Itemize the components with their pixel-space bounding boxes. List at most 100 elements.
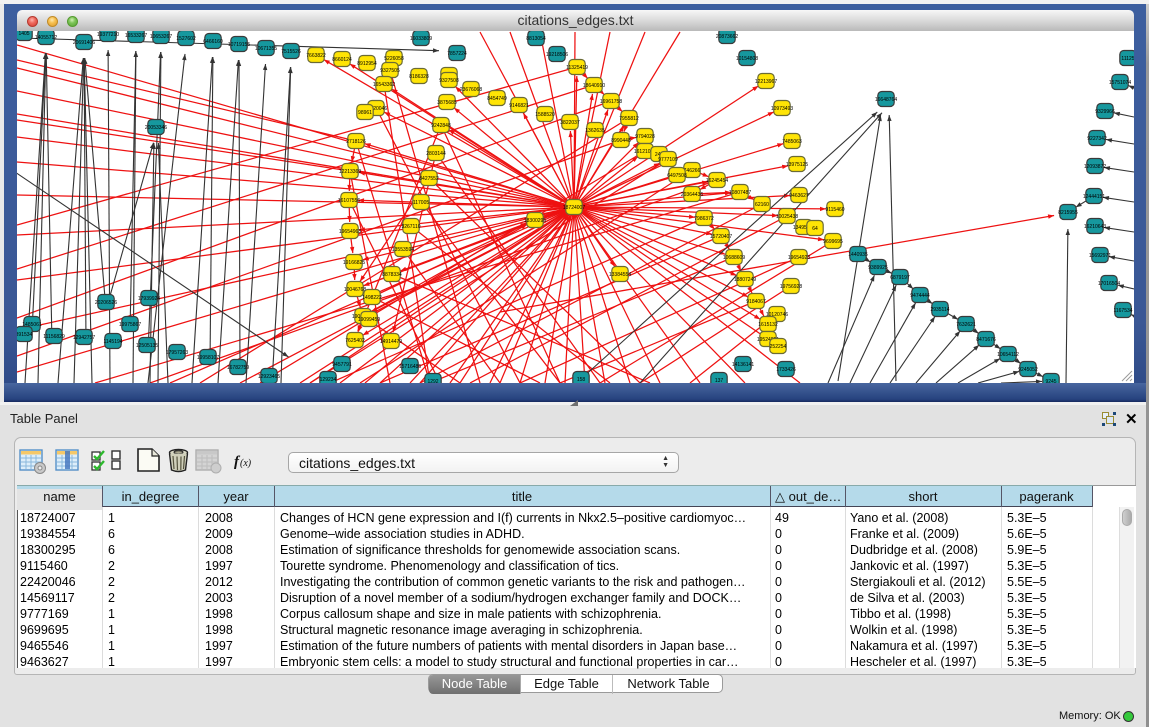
svg-text:17016504: 17016504 xyxy=(1098,281,1120,287)
svg-text:13384554: 13384554 xyxy=(609,272,631,278)
svg-text:16533267: 16533267 xyxy=(125,33,147,39)
svg-text:2935114: 2935114 xyxy=(930,307,949,313)
svg-text:9329966: 9329966 xyxy=(1095,109,1115,115)
svg-text:13553594: 13553594 xyxy=(392,247,414,253)
svg-text:7857224: 7857224 xyxy=(447,51,467,57)
svg-text:20206526: 20206526 xyxy=(95,300,117,306)
svg-text:10654112: 10654112 xyxy=(997,352,1019,358)
svg-text:13975125: 13975125 xyxy=(786,162,808,168)
svg-text:1440935: 1440935 xyxy=(848,252,868,258)
svg-text:1405: 1405 xyxy=(18,31,29,37)
svg-text:8427552: 8427552 xyxy=(419,176,439,182)
svg-text:158: 158 xyxy=(577,377,586,383)
svg-text:12213967: 12213967 xyxy=(755,79,777,85)
svg-text:12942757: 12942757 xyxy=(73,335,95,341)
svg-text:7986372: 7986372 xyxy=(694,216,714,222)
svg-text:15692971: 15692971 xyxy=(1089,253,1111,259)
svg-text:9327505: 9327505 xyxy=(380,68,400,74)
svg-text:16543362: 16543362 xyxy=(373,82,395,88)
svg-text:19166825: 19166825 xyxy=(343,260,365,266)
svg-text:8186328: 8186328 xyxy=(409,74,429,80)
svg-text:9184067: 9184067 xyxy=(746,299,766,305)
svg-text:9474444: 9474444 xyxy=(910,293,930,299)
svg-text:9794028: 9794028 xyxy=(635,134,655,140)
svg-text:10653267: 10653267 xyxy=(150,34,172,40)
svg-text:1498222: 1498222 xyxy=(362,295,382,301)
svg-text:23676068: 23676068 xyxy=(460,87,482,93)
svg-text:18640910: 18640910 xyxy=(583,83,605,89)
svg-text:20053346: 20053346 xyxy=(145,125,167,131)
svg-text:1615132: 1615132 xyxy=(758,322,778,328)
svg-text:1588520: 1588520 xyxy=(535,112,555,118)
svg-text:19756928: 19756928 xyxy=(780,284,802,290)
svg-text:6879197: 6879197 xyxy=(890,275,910,281)
svg-text:7663822: 7663822 xyxy=(306,53,326,59)
svg-text:3267110: 3267110 xyxy=(401,224,420,230)
svg-text:10671355: 10671355 xyxy=(255,46,277,52)
svg-text:14914479: 14914479 xyxy=(380,339,402,345)
svg-text:7632621: 7632621 xyxy=(956,322,976,328)
svg-text:391534: 391534 xyxy=(17,332,33,338)
svg-text:10807487: 10807487 xyxy=(729,190,751,196)
svg-text:15751074: 15751074 xyxy=(1109,80,1131,86)
svg-text:9457791: 9457791 xyxy=(332,362,352,368)
svg-text:18300295: 18300295 xyxy=(524,218,546,224)
svg-text:8912954: 8912954 xyxy=(357,61,377,67)
svg-text:10025438: 10025438 xyxy=(776,214,798,220)
svg-text:98961: 98961 xyxy=(358,110,372,116)
svg-text:15720407: 15720407 xyxy=(710,234,732,240)
svg-text:19218506: 19218506 xyxy=(546,52,568,58)
svg-text:137: 137 xyxy=(715,378,724,383)
svg-text:10154808: 10154808 xyxy=(736,56,758,62)
svg-text:16210643: 16210643 xyxy=(1084,224,1106,230)
svg-text:9327508: 9327508 xyxy=(439,78,459,84)
svg-text:8878334: 8878334 xyxy=(382,272,402,278)
svg-text:1362635: 1362635 xyxy=(585,128,605,134)
svg-text:12093872: 12093872 xyxy=(1084,164,1106,170)
svg-text:8660124: 8660124 xyxy=(332,57,352,63)
svg-text:1167534: 1167534 xyxy=(1113,308,1132,314)
svg-text:252254: 252254 xyxy=(770,344,787,350)
svg-text:62160: 62160 xyxy=(755,202,769,208)
svg-text:5226058: 5226058 xyxy=(384,56,404,62)
svg-text:16107556: 16107556 xyxy=(338,198,360,204)
svg-text:6466160: 6466160 xyxy=(203,39,223,45)
svg-text:8454749: 8454749 xyxy=(487,96,507,102)
svg-text:14055712: 14055712 xyxy=(35,35,57,41)
svg-text:117005: 117005 xyxy=(413,200,430,206)
svg-text:20691406: 20691406 xyxy=(73,40,95,46)
svg-text:9115460: 9115460 xyxy=(825,207,844,213)
svg-text:9245052: 9245052 xyxy=(1018,367,1038,373)
svg-text:12505135: 12505135 xyxy=(136,343,158,349)
svg-text:17957263: 17957263 xyxy=(166,350,188,356)
svg-text:64: 64 xyxy=(812,226,818,232)
svg-text:10973493: 10973493 xyxy=(771,106,793,112)
svg-text:19377210: 19377210 xyxy=(97,32,119,38)
svg-text:16648764: 16648764 xyxy=(875,97,897,103)
svg-text:1527602: 1527602 xyxy=(176,36,196,42)
svg-text:11156829: 11156829 xyxy=(43,334,65,340)
svg-text:10719155: 10719155 xyxy=(228,42,250,48)
svg-text:9777109: 9777109 xyxy=(658,157,678,163)
svg-text:11125: 11125 xyxy=(1121,56,1134,62)
svg-text:3875685: 3875685 xyxy=(437,100,457,106)
svg-text:9389925: 9389925 xyxy=(868,265,888,271)
svg-text:16961758: 16961758 xyxy=(600,99,622,105)
svg-text:15716485: 15716485 xyxy=(399,364,421,370)
svg-text:18724007: 18724007 xyxy=(563,205,585,211)
svg-text:129234: 129234 xyxy=(320,377,337,383)
svg-text:7955812: 7955812 xyxy=(619,116,639,122)
svg-text:20873662: 20873662 xyxy=(716,34,738,40)
svg-text:1292: 1292 xyxy=(427,379,438,383)
svg-text:19654963: 19654963 xyxy=(339,229,361,235)
svg-text:9242848: 9242848 xyxy=(431,123,451,129)
svg-text:18807249: 18807249 xyxy=(734,277,756,283)
svg-text:8813054: 8813054 xyxy=(526,36,546,42)
svg-text:17939924: 17939924 xyxy=(138,296,160,302)
svg-text:12444151: 12444151 xyxy=(1083,194,1105,200)
svg-text:(x): (x) xyxy=(240,458,252,469)
svg-text:10046768: 10046768 xyxy=(344,287,366,293)
svg-text:6497508: 6497508 xyxy=(667,173,687,179)
svg-text:12213369: 12213369 xyxy=(339,169,361,175)
svg-text:14136141: 14136141 xyxy=(732,362,754,368)
